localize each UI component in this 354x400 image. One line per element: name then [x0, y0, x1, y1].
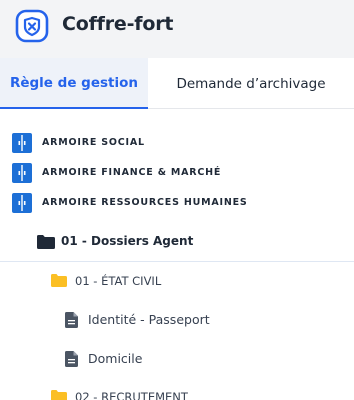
tree-item-etat-civil[interactable]: 01 - ÉTAT CIVIL — [0, 270, 354, 292]
tree-item-armoire-rh[interactable]: ARMOIRE RESSOURCES HUMAINES — [0, 192, 354, 214]
tab-demande-archivage[interactable]: Demande d’archivage — [148, 58, 354, 109]
cabinet-label: ARMOIRE SOCIAL — [42, 137, 145, 148]
folder-icon — [51, 390, 67, 400]
cabinet-icon — [12, 133, 32, 153]
tree-item-armoire-social[interactable]: ARMOIRE SOCIAL — [0, 132, 354, 154]
folder-label: 02 - RECRUTEMENT — [75, 390, 188, 400]
tree-item-dossiers-agent[interactable]: 01 - Dossiers Agent — [0, 222, 354, 262]
document-label: Identité - Passeport — [88, 312, 210, 327]
folder-label: 01 - ÉTAT CIVIL — [75, 274, 162, 288]
folder-icon — [37, 235, 55, 249]
tab-regle-de-gestion[interactable]: Règle de gestion — [0, 58, 148, 109]
vault-shield-icon — [15, 9, 49, 43]
tree-item-recrutement[interactable]: 02 - RECRUTEMENT — [0, 386, 354, 400]
document-icon — [65, 312, 78, 328]
folder-icon — [51, 274, 67, 287]
cabinet-label: ARMOIRE FINANCE & MARCHÉ — [42, 167, 222, 178]
cabinet-label: ARMOIRE RESSOURCES HUMAINES — [42, 197, 248, 208]
folder-label: 01 - Dossiers Agent — [61, 234, 194, 248]
tab-bar: Règle de gestion Demande d’archivage — [0, 58, 354, 109]
cabinet-icon — [12, 163, 32, 183]
app-title: Coffre-fort — [62, 13, 174, 35]
tree-item-identite-passeport[interactable]: Identité - Passeport — [0, 308, 354, 332]
app-header: Coffre-fort — [0, 0, 354, 58]
tree-item-armoire-finance[interactable]: ARMOIRE FINANCE & MARCHÉ — [0, 162, 354, 184]
document-label: Domicile — [88, 351, 143, 366]
document-icon — [65, 351, 78, 367]
tree-item-domicile[interactable]: Domicile — [0, 347, 354, 371]
cabinet-icon — [12, 193, 32, 213]
